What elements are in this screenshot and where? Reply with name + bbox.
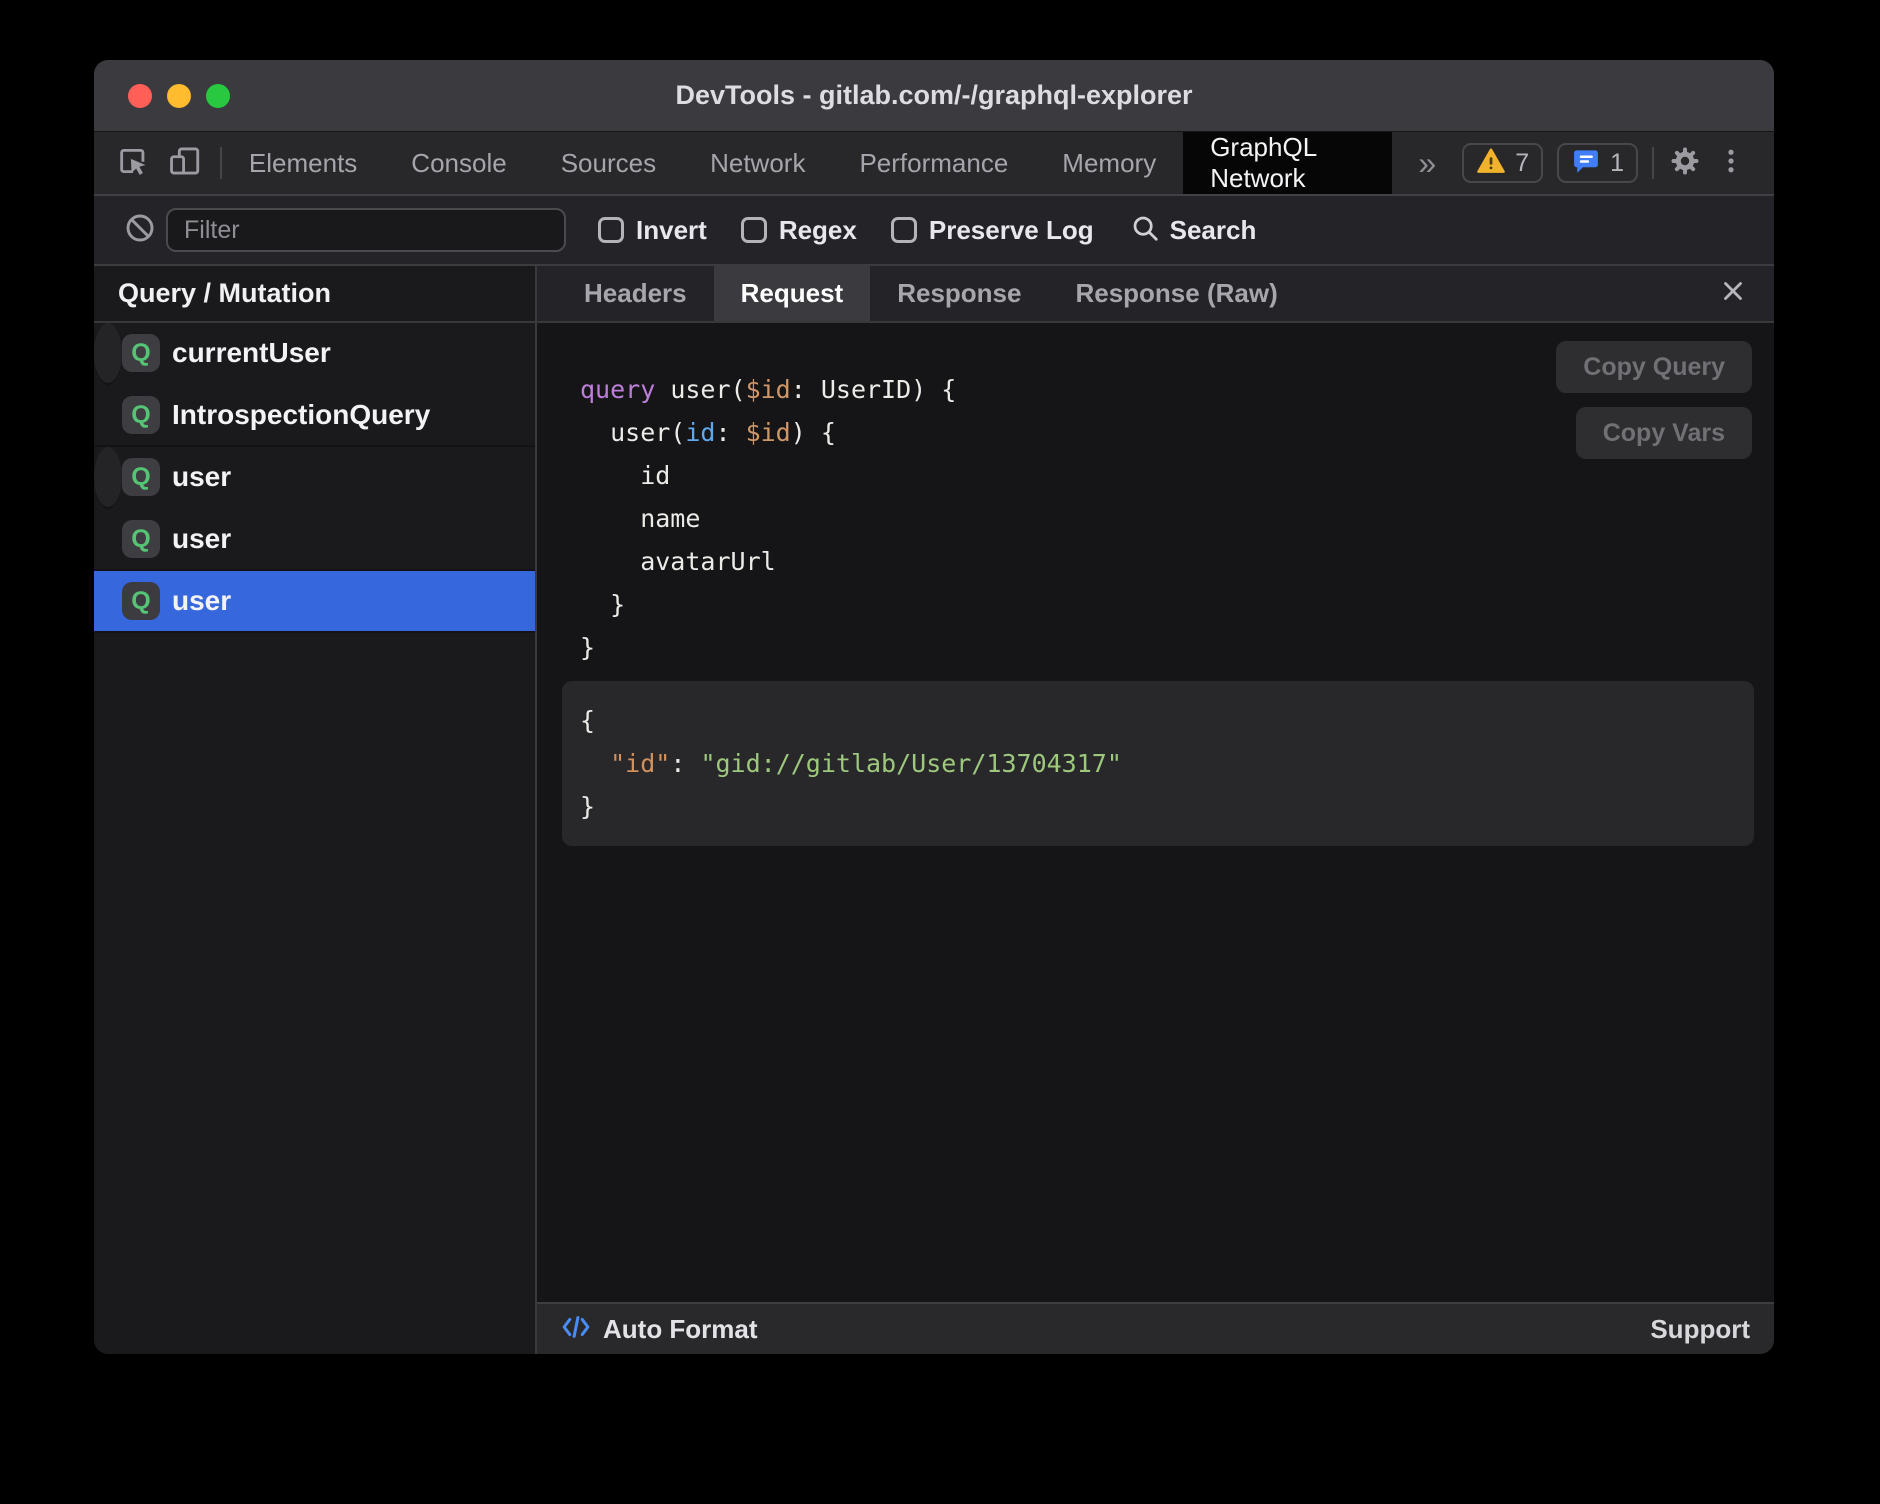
query-list-item[interactable]: Q user [94, 447, 122, 509]
detail-tab-bar: Headers Request Response Response (Raw) [537, 266, 1774, 323]
filter-toolbar: Invert Regex Preserve Log Search [94, 196, 1774, 266]
tab-request[interactable]: Request [714, 266, 871, 321]
message-bubble-icon [1571, 146, 1601, 181]
query-name: IntrospectionQuery [172, 399, 430, 431]
tab-response[interactable]: Response [870, 266, 1048, 321]
request-variables-box: { "id": "gid://gitlab/User/13704317"} [562, 681, 1754, 846]
tab-response-raw[interactable]: Response (Raw) [1048, 266, 1304, 321]
filter-input[interactable] [166, 208, 566, 252]
query-list-item-selected[interactable]: Q user [94, 571, 535, 633]
window-title: DevTools - gitlab.com/-/graphql-explorer [675, 80, 1192, 111]
auto-format-button[interactable]: Auto Format [561, 1312, 758, 1347]
copy-buttons: Copy Query Copy Vars [1556, 341, 1752, 459]
regex-label: Regex [779, 215, 857, 246]
warnings-badge[interactable]: 7 [1462, 143, 1543, 183]
tab-bar-right: 7 1 [1462, 132, 1774, 194]
preserve-log-checkbox-group: Preserve Log [891, 215, 1094, 246]
tab-sources[interactable]: Sources [534, 132, 683, 194]
copy-query-button[interactable]: Copy Query [1556, 341, 1752, 393]
tab-graphql-network[interactable]: GraphQL Network [1183, 132, 1392, 194]
message-count: 1 [1610, 149, 1624, 178]
query-type-badge: Q [122, 520, 160, 558]
search-icon [1130, 213, 1160, 248]
request-detail-body: query user($id: UserID) { user(id: $id) … [537, 323, 1774, 1302]
query-name: currentUser [172, 337, 331, 369]
regex-checkbox[interactable] [741, 217, 767, 243]
invert-checkbox-group: Invert [598, 215, 707, 246]
kebab-menu-icon[interactable] [1716, 146, 1746, 181]
devtools-window: DevTools - gitlab.com/-/graphql-explorer [94, 60, 1774, 1354]
warning-count: 7 [1515, 149, 1529, 178]
invert-checkbox[interactable] [598, 217, 624, 243]
tab-network[interactable]: Network [683, 132, 832, 194]
close-detail-button[interactable] [1718, 266, 1774, 321]
preserve-log-checkbox[interactable] [891, 217, 917, 243]
title-bar: DevTools - gitlab.com/-/graphql-explorer [94, 60, 1774, 132]
settings-gear-icon[interactable] [1668, 144, 1702, 183]
query-name: user [172, 523, 231, 555]
close-icon [1718, 276, 1748, 311]
query-list-header: Query / Mutation [94, 266, 535, 323]
maximize-window-button[interactable] [206, 84, 230, 108]
query-type-badge: Q [122, 582, 160, 620]
query-type-badge: Q [122, 458, 160, 496]
status-bar: Auto Format Support [537, 1302, 1774, 1354]
code-brackets-icon [561, 1312, 591, 1347]
traffic-lights [128, 60, 230, 131]
tab-elements[interactable]: Elements [222, 132, 384, 194]
panel-tabs: Elements Console Sources Network Perform… [222, 132, 1392, 194]
query-type-badge: Q [122, 396, 160, 434]
query-name: user [172, 585, 231, 617]
detail-pane: Headers Request Response Response (Raw) … [537, 266, 1774, 1354]
tab-headers[interactable]: Headers [557, 266, 714, 321]
query-list-item[interactable]: Q user [94, 509, 535, 571]
copy-vars-button[interactable]: Copy Vars [1576, 407, 1752, 459]
auto-format-label: Auto Format [603, 1314, 758, 1345]
regex-checkbox-group: Regex [741, 215, 857, 246]
close-window-button[interactable] [128, 84, 152, 108]
query-type-badge: Q [122, 334, 160, 372]
more-tabs-button[interactable]: » [1392, 132, 1462, 194]
screen: DevTools - gitlab.com/-/graphql-explorer [0, 0, 1880, 1504]
inspect-element-icon[interactable] [116, 144, 150, 183]
tab-console[interactable]: Console [384, 132, 533, 194]
badge-separator [1652, 147, 1654, 179]
query-list-panel: Query / Mutation Q currentUser Q Introsp… [94, 266, 537, 1354]
search-control[interactable]: Search [1130, 213, 1257, 248]
main-area: Query / Mutation Q currentUser Q Introsp… [94, 266, 1774, 1354]
messages-badge[interactable]: 1 [1557, 143, 1638, 183]
query-name: user [172, 461, 231, 493]
preserve-log-label: Preserve Log [929, 215, 1094, 246]
device-toolbar-icon[interactable] [168, 144, 202, 183]
invert-label: Invert [636, 215, 707, 246]
request-variables-code: { "id": "gid://gitlab/User/13704317"} [580, 699, 1734, 828]
support-link[interactable]: Support [1650, 1314, 1750, 1345]
warning-icon [1476, 146, 1506, 181]
toolbar-icons [94, 132, 220, 194]
tab-memory[interactable]: Memory [1035, 132, 1183, 194]
search-label: Search [1170, 215, 1257, 246]
tab-performance[interactable]: Performance [832, 132, 1035, 194]
query-list-item[interactable]: Q IntrospectionQuery [94, 385, 535, 447]
block-requests-icon[interactable] [124, 212, 156, 249]
devtools-tab-bar: Elements Console Sources Network Perform… [94, 132, 1774, 196]
query-list-item[interactable]: Q currentUser [94, 323, 122, 385]
minimize-window-button[interactable] [167, 84, 191, 108]
